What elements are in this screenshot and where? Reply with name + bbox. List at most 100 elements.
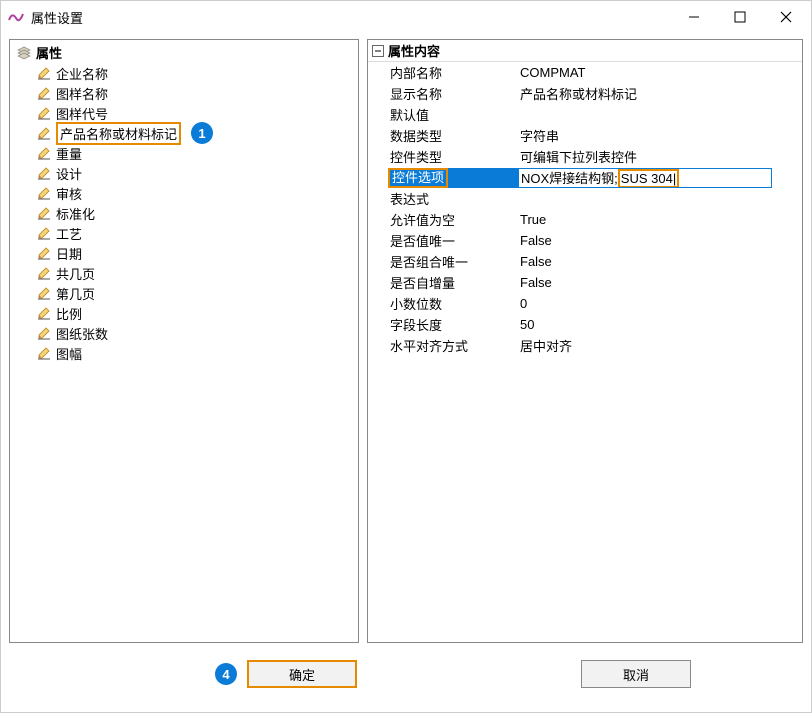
property-value: 居中对齐: [518, 336, 802, 355]
tree-item-label: 标准化: [56, 204, 95, 223]
stack-icon: [16, 45, 32, 61]
property-label: 是否自增量: [388, 273, 518, 292]
property-row[interactable]: 内部名称COMPMAT: [368, 62, 802, 83]
tree-item-label: 重量: [56, 144, 82, 163]
tree-root-node[interactable]: 属性: [12, 42, 356, 63]
tree-item[interactable]: 重量: [12, 143, 356, 163]
callout-4: 4: [215, 663, 237, 685]
property-label: 允许值为空: [388, 210, 518, 229]
tree-item-label: 设计: [56, 164, 82, 183]
pencil-icon: [36, 265, 52, 281]
tree-item-label: 图幅: [56, 344, 82, 363]
property-label: 内部名称: [388, 63, 518, 82]
pencil-icon: [36, 145, 52, 161]
property-row[interactable]: 默认值: [368, 104, 802, 125]
tree-item[interactable]: 共几页: [12, 263, 356, 283]
property-value: False: [518, 233, 802, 248]
cancel-button-label: 取消: [623, 665, 649, 684]
callout-1: 1: [191, 122, 213, 144]
property-row[interactable]: 水平对齐方式居中对齐: [368, 335, 802, 356]
tree-item[interactable]: 图纸张数: [12, 323, 356, 343]
property-value: 可编辑下拉列表控件: [518, 147, 802, 166]
tree-item[interactable]: 第几页: [12, 283, 356, 303]
pencil-icon: [36, 245, 52, 261]
pencil-icon: [36, 345, 52, 361]
tree-item-label: 图纸张数: [56, 324, 108, 343]
window-title: 属性设置: [31, 8, 83, 27]
property-row[interactable]: 是否自增量False: [368, 272, 802, 293]
property-row[interactable]: 显示名称产品名称或材料标记: [368, 83, 802, 104]
tree-item-label: 企业名称: [56, 64, 108, 83]
app-icon: [7, 8, 25, 26]
pencil-icon: [36, 105, 52, 121]
property-value: True: [518, 212, 802, 227]
tree-item[interactable]: 标准化: [12, 203, 356, 223]
pencil-icon: [36, 305, 52, 321]
ok-button-label: 确定: [289, 665, 315, 684]
tree-item[interactable]: 审核: [12, 183, 356, 203]
button-bar: 4 确定 取消: [1, 647, 811, 702]
property-label: 是否值唯一: [388, 231, 518, 250]
property-label: 显示名称: [388, 84, 518, 103]
tree-item[interactable]: 图幅: [12, 343, 356, 363]
tree-item[interactable]: 图样名称: [12, 83, 356, 103]
property-value[interactable]: NOX焊接结构钢;SUS 304|: [518, 168, 772, 188]
pencil-icon: [36, 205, 52, 221]
property-row[interactable]: 表达式: [368, 188, 802, 209]
pencil-icon: [36, 85, 52, 101]
pencil-icon: [36, 185, 52, 201]
pencil-icon: [36, 65, 52, 81]
property-row[interactable]: 小数位数0: [368, 293, 802, 314]
property-row[interactable]: 字段长度50: [368, 314, 802, 335]
property-label: 默认值: [388, 105, 518, 124]
property-panel: 属性内容 内部名称COMPMAT显示名称产品名称或材料标记默认值数据类型字符串控…: [367, 39, 803, 643]
tree-item[interactable]: 图样代号: [12, 103, 356, 123]
tree-item[interactable]: 企业名称: [12, 63, 356, 83]
property-label: 水平对齐方式: [388, 336, 518, 355]
pencil-icon: [36, 285, 52, 301]
minimize-button[interactable]: [671, 2, 717, 32]
property-row[interactable]: 2控件选项NOX焊接结构钢;SUS 304|3: [368, 167, 802, 188]
tree-item[interactable]: 工艺: [12, 223, 356, 243]
tree-item-label: 图样代号: [56, 104, 108, 123]
property-value: 50: [518, 317, 802, 332]
tree-item-label: 日期: [56, 244, 82, 263]
pencil-icon: [36, 325, 52, 341]
titlebar: 属性设置: [1, 1, 811, 33]
tree-item[interactable]: 日期: [12, 243, 356, 263]
property-value: COMPMAT: [518, 65, 802, 80]
property-row[interactable]: 数据类型字符串: [368, 125, 802, 146]
property-label: 表达式: [388, 189, 518, 208]
property-label: 数据类型: [388, 126, 518, 145]
collapse-icon[interactable]: [372, 45, 384, 57]
property-label: 控件类型: [388, 147, 518, 166]
property-header: 属性内容: [368, 40, 802, 62]
tree-item[interactable]: 产品名称或材料标记1: [12, 123, 356, 143]
cancel-button[interactable]: 取消: [581, 660, 691, 688]
property-value: False: [518, 254, 802, 269]
tree-item[interactable]: 比例: [12, 303, 356, 323]
property-value: 产品名称或材料标记: [518, 84, 802, 103]
tree-item[interactable]: 设计: [12, 163, 356, 183]
property-row[interactable]: 是否组合唯一False: [368, 251, 802, 272]
property-label: 字段长度: [388, 315, 518, 334]
pencil-icon: [36, 165, 52, 181]
close-button[interactable]: [763, 2, 809, 32]
property-row[interactable]: 控件类型可编辑下拉列表控件: [368, 146, 802, 167]
tree-item-label: 第几页: [56, 284, 95, 303]
property-value: 字符串: [518, 126, 802, 145]
property-label: 小数位数: [388, 294, 518, 313]
property-value: 0: [518, 296, 802, 311]
tree-item-label: 比例: [56, 304, 82, 323]
property-value: False: [518, 275, 802, 290]
property-row[interactable]: 是否值唯一False: [368, 230, 802, 251]
property-row[interactable]: 允许值为空True: [368, 209, 802, 230]
ok-button[interactable]: 确定: [247, 660, 357, 688]
tree-item-label: 图样名称: [56, 84, 108, 103]
tree-panel: 属性 企业名称图样名称图样代号产品名称或材料标记1重量设计审核标准化工艺日期共几…: [9, 39, 359, 643]
main-content: 属性 企业名称图样名称图样代号产品名称或材料标记1重量设计审核标准化工艺日期共几…: [1, 33, 811, 647]
tree-item-label: 审核: [56, 184, 82, 203]
maximize-button[interactable]: [717, 2, 763, 32]
tree-item-label: 共几页: [56, 264, 95, 283]
property-label: 是否组合唯一: [388, 252, 518, 271]
